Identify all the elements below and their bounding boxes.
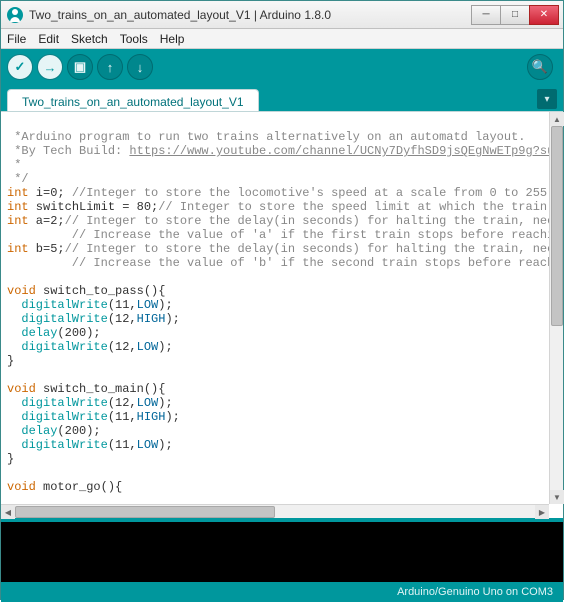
code-keyword: int	[7, 214, 29, 228]
code-text: switch_to_pass(){	[36, 284, 166, 298]
code-comment: *	[7, 158, 21, 172]
code-func: digitalWrite	[7, 438, 108, 452]
code-func: digitalWrite	[7, 298, 108, 312]
vertical-scroll-thumb[interactable]	[551, 126, 563, 326]
tab-sketch[interactable]: Two_trains_on_an_automated_layout_V1	[7, 89, 259, 111]
toolbar: ✓ → ▣ ↑ ↓ 🔍	[1, 49, 563, 85]
status-bar: Arduino/Genuino Uno on COM3	[1, 582, 563, 602]
tab-menu-button[interactable]: ▾	[537, 89, 557, 109]
code-text: }	[7, 354, 14, 368]
tab-label: Two_trains_on_an_automated_layout_V1	[22, 95, 244, 109]
file-icon: ▣	[74, 59, 86, 75]
code-keyword: int	[7, 200, 29, 214]
code-text: switchLimit = 80;	[29, 200, 159, 214]
code-const: LOW	[137, 438, 159, 452]
code-text: b=5;	[29, 242, 65, 256]
menu-tools[interactable]: Tools	[120, 32, 148, 46]
code-keyword: void	[7, 480, 36, 494]
code-text: switch_to_main(){	[36, 382, 166, 396]
maximize-button[interactable]: □	[500, 5, 530, 25]
code-text: (200);	[57, 424, 100, 438]
code-keyword: void	[7, 382, 36, 396]
code-func: delay	[7, 424, 57, 438]
code-text: );	[158, 396, 172, 410]
code-text: (11,	[108, 438, 137, 452]
horizontal-scroll-thumb[interactable]	[15, 506, 275, 518]
vertical-scrollbar[interactable]: ▲ ▼	[549, 112, 563, 504]
code-text: (11,	[108, 298, 137, 312]
code-comment: *Arduino program to run two trains alter…	[7, 130, 525, 144]
code-keyword: void	[7, 284, 36, 298]
code-text: (11,	[108, 410, 137, 424]
code-text: );	[165, 410, 179, 424]
editor-area: *Arduino program to run two trains alter…	[1, 111, 563, 504]
title-bar: Two_trains_on_an_automated_layout_V1 | A…	[1, 1, 563, 29]
code-func: digitalWrite	[7, 312, 108, 326]
minimize-button[interactable]: ─	[471, 5, 501, 25]
code-func: delay	[7, 326, 57, 340]
arrow-up-icon: ↑	[107, 60, 114, 75]
window-title: Two_trains_on_an_automated_layout_V1 | A…	[29, 8, 472, 22]
scroll-left-icon[interactable]: ◀	[1, 505, 15, 519]
scroll-right-icon[interactable]: ▶	[535, 505, 549, 519]
serial-monitor-button[interactable]: 🔍	[527, 54, 553, 80]
code-comment: //Integer to store the locomotive's spee…	[72, 186, 554, 200]
scroll-down-icon[interactable]: ▼	[550, 490, 564, 504]
menu-help[interactable]: Help	[160, 32, 185, 46]
code-comment: // Increase the value of 'b' if the seco…	[7, 256, 563, 270]
code-const: LOW	[137, 396, 159, 410]
code-text: );	[158, 438, 172, 452]
code-text: (12,	[108, 396, 137, 410]
verify-button[interactable]: ✓	[7, 54, 33, 80]
new-button[interactable]: ▣	[67, 54, 93, 80]
tab-strip: Two_trains_on_an_automated_layout_V1 ▾	[1, 85, 563, 111]
code-text: motor_go(){	[36, 480, 122, 494]
code-text: (12,	[108, 312, 137, 326]
code-func: digitalWrite	[7, 340, 108, 354]
code-func: digitalWrite	[7, 396, 108, 410]
console-output[interactable]	[1, 522, 563, 582]
code-text: );	[158, 298, 172, 312]
code-text: (12,	[108, 340, 137, 354]
close-button[interactable]: ✕	[529, 5, 559, 25]
arrow-down-icon: ↓	[137, 60, 144, 75]
code-text: (200);	[57, 326, 100, 340]
code-const: HIGH	[137, 410, 166, 424]
menu-edit[interactable]: Edit	[38, 32, 59, 46]
code-comment: // Integer to store the delay(in seconds…	[65, 242, 563, 256]
menu-file[interactable]: File	[7, 32, 26, 46]
code-text: a=2;	[29, 214, 65, 228]
arrow-right-icon: →	[44, 60, 57, 75]
code-text: );	[158, 340, 172, 354]
code-text: i=0;	[29, 186, 72, 200]
board-port-status: Arduino/Genuino Uno on COM3	[397, 586, 553, 598]
code-comment: // Increase the value of 'a' if the firs…	[7, 228, 563, 242]
code-text: }	[7, 452, 14, 466]
menu-sketch[interactable]: Sketch	[71, 32, 108, 46]
code-editor[interactable]: *Arduino program to run two trains alter…	[1, 112, 563, 504]
window-buttons: ─ □ ✕	[472, 5, 559, 25]
check-icon: ✓	[15, 59, 26, 75]
code-comment: // Integer to store the delay(in seconds…	[65, 214, 563, 228]
upload-button[interactable]: →	[37, 54, 63, 80]
code-keyword: int	[7, 186, 29, 200]
save-button[interactable]: ↓	[127, 54, 153, 80]
magnifier-icon: 🔍	[532, 59, 548, 75]
arduino-app-icon	[7, 7, 23, 23]
code-keyword: int	[7, 242, 29, 256]
code-comment: *By Tech Build:	[7, 144, 129, 158]
code-const: LOW	[137, 340, 159, 354]
scroll-up-icon[interactable]: ▲	[550, 112, 564, 126]
code-const: HIGH	[137, 312, 166, 326]
code-link: https://www.youtube.com/channel/UCNy7Dyf…	[129, 144, 563, 158]
code-func: digitalWrite	[7, 410, 108, 424]
code-text: );	[165, 312, 179, 326]
code-comment: */	[7, 172, 29, 186]
code-const: LOW	[137, 298, 159, 312]
chevron-down-icon: ▾	[544, 94, 549, 105]
code-comment: // Integer to store the speed limit at w…	[158, 200, 563, 214]
menu-bar: File Edit Sketch Tools Help	[1, 29, 563, 49]
open-button[interactable]: ↑	[97, 54, 123, 80]
horizontal-scrollbar[interactable]: ◀ ▶	[1, 504, 549, 518]
